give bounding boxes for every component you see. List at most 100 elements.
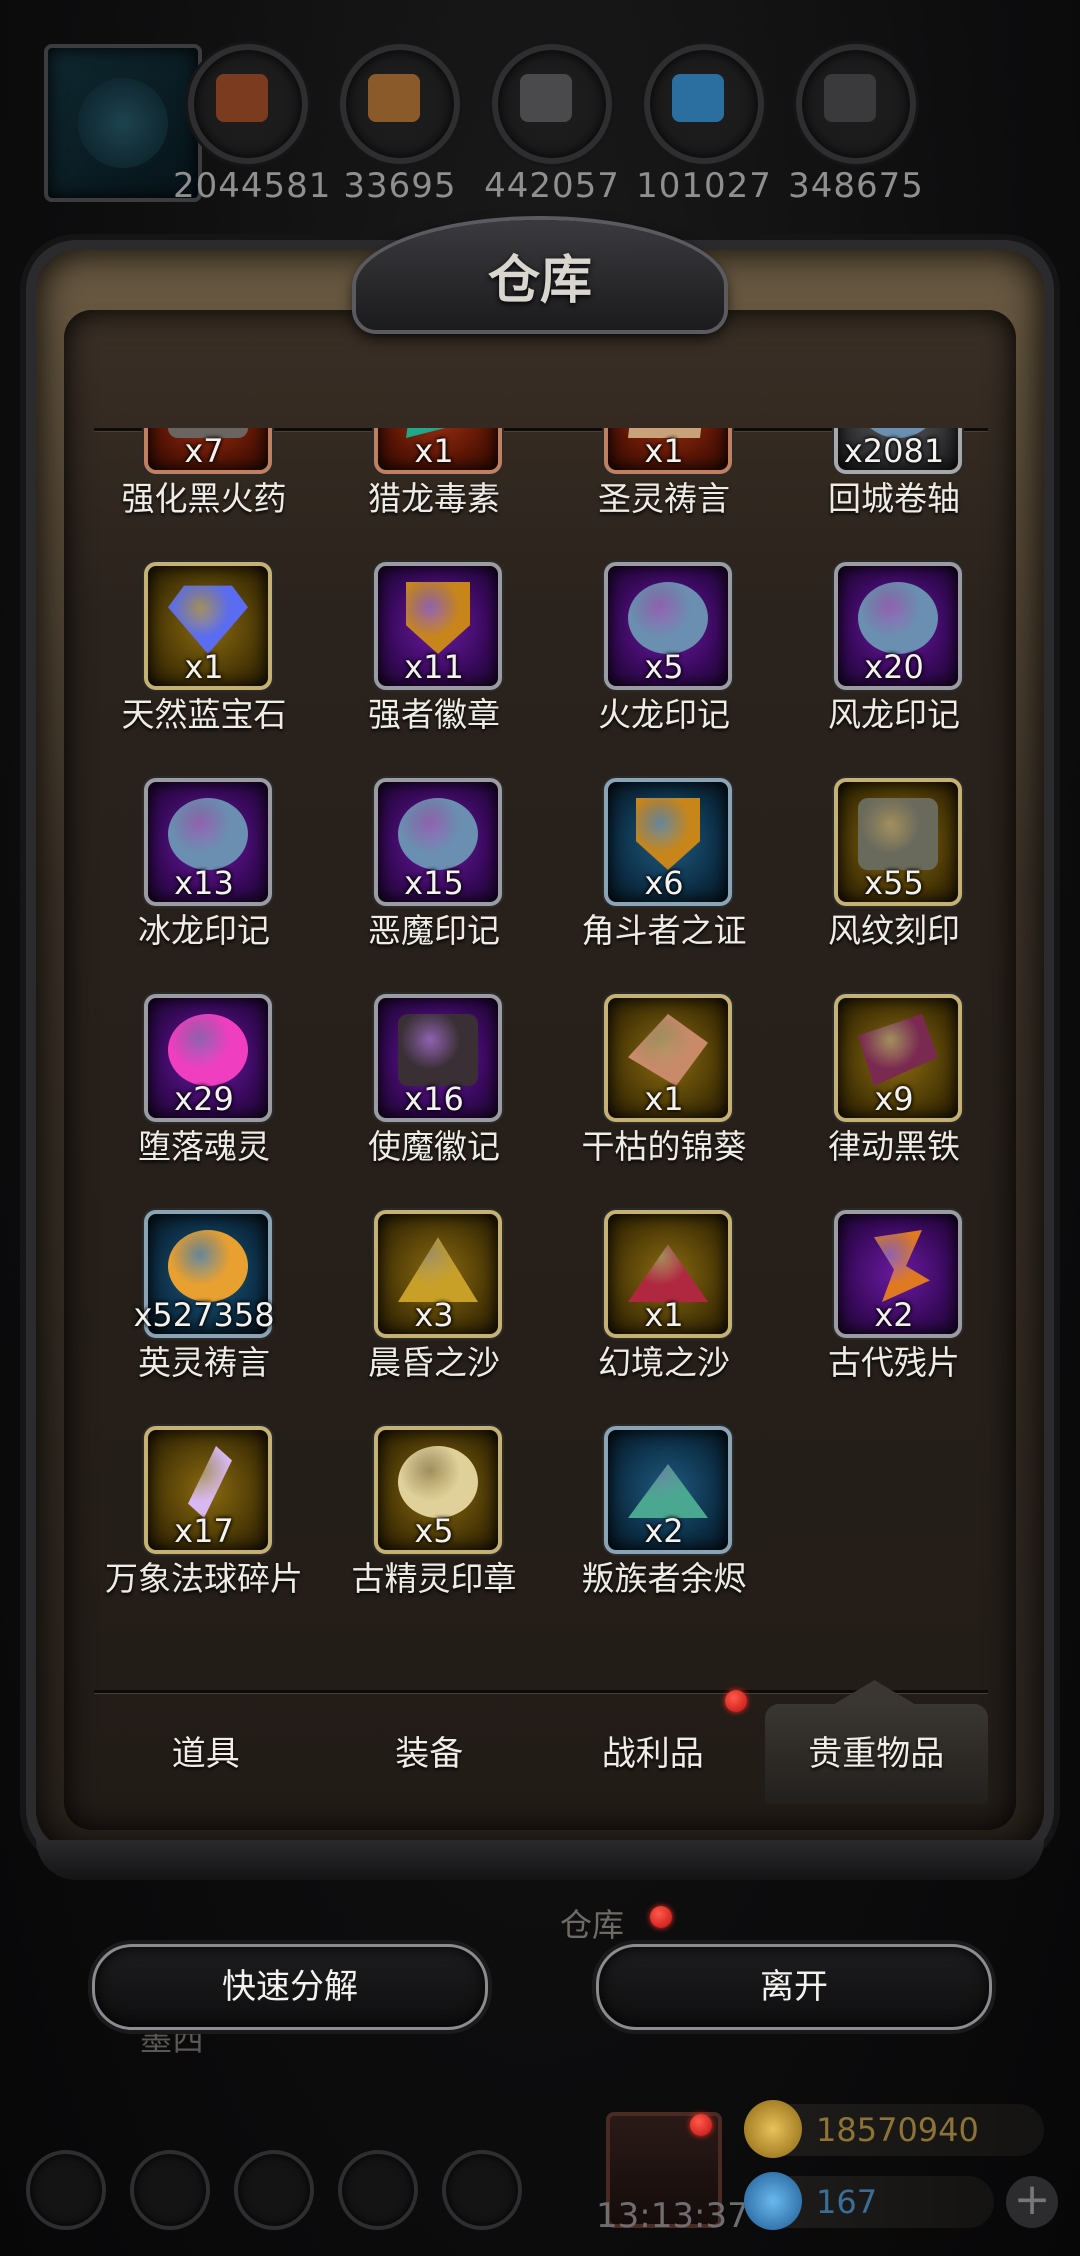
black-iron-icon bbox=[858, 1014, 938, 1086]
tab-loot[interactable]: 战利品 bbox=[541, 1690, 765, 1804]
item-count: x9 bbox=[874, 1080, 914, 1118]
item-count: x1 bbox=[644, 432, 684, 470]
item-name: 律动黑铁 bbox=[828, 1127, 960, 1166]
inventory-item[interactable]: x3 晨昏之沙 bbox=[324, 1200, 554, 1416]
item-name: 强者徽章 bbox=[368, 695, 500, 734]
item-name: 恶魔印记 bbox=[368, 911, 500, 950]
meat-icon bbox=[188, 44, 308, 164]
item-count: x5 bbox=[644, 648, 684, 686]
item-name: 猎龙毒素 bbox=[368, 479, 500, 518]
map-icon[interactable] bbox=[442, 2150, 522, 2230]
item-count: x2 bbox=[644, 1512, 684, 1550]
inventory-item[interactable]: x1 干枯的锦葵 bbox=[554, 984, 784, 1200]
gear-icon[interactable] bbox=[26, 2150, 106, 2230]
gold-coin-icon bbox=[744, 2100, 802, 2158]
item-name: 角斗者之证 bbox=[581, 911, 747, 950]
gold-counter: 18570940 bbox=[744, 2100, 1044, 2158]
mail-icon[interactable] bbox=[338, 2150, 418, 2230]
resource-counter[interactable]: 2044581 bbox=[173, 44, 332, 206]
item-count: x1 bbox=[644, 1296, 684, 1334]
item-name: 晨昏之沙 bbox=[368, 1343, 500, 1382]
swirl-icon bbox=[168, 798, 248, 870]
inventory-item[interactable]: x2 叛族者余烬 bbox=[554, 1416, 784, 1632]
item-count: x5 bbox=[414, 1512, 454, 1550]
tab-label: 道具 bbox=[171, 1734, 240, 1774]
underlay-label: 仓库 bbox=[560, 1906, 625, 1944]
inventory-item[interactable]: x29 堕落魂灵 bbox=[94, 984, 324, 1200]
resource-value: 33695 bbox=[343, 166, 457, 206]
gem-counter: 167 bbox=[744, 2172, 994, 2230]
warehouse-panel: 仓库 x7 强化黑火药 x1 猎龙毒素 x1 圣灵祷言 x2081 回城卷轴 x1 天然蓝宝石 x1… bbox=[36, 220, 1044, 1880]
resource-counter[interactable]: 442057 bbox=[477, 44, 627, 206]
gem-value: 167 bbox=[816, 2183, 878, 2221]
item-count: x16 bbox=[404, 1080, 464, 1118]
item-count: x15 bbox=[404, 864, 464, 902]
gold-value: 18570940 bbox=[816, 2111, 979, 2149]
tab-label: 战利品 bbox=[601, 1734, 704, 1774]
item-name: 火龙印记 bbox=[598, 695, 730, 734]
crystal-shard-icon bbox=[188, 1446, 232, 1518]
inventory-item[interactable]: x20 风龙印记 bbox=[784, 552, 988, 768]
item-name: 堕落魂灵 bbox=[138, 1127, 270, 1166]
quick-decompose-button[interactable]: 快速分解 bbox=[92, 1944, 488, 2030]
resource-value: 348675 bbox=[788, 166, 924, 206]
inventory-item[interactable]: x13 冰龙印记 bbox=[94, 768, 324, 984]
inventory-item[interactable]: x55 风纹刻印 bbox=[784, 768, 988, 984]
resource-counter[interactable]: 33695 bbox=[325, 44, 475, 206]
item-grid-scroll[interactable]: x7 强化黑火药 x1 猎龙毒素 x1 圣灵祷言 x2081 回城卷轴 x1 天然蓝宝石 x11 强者… bbox=[94, 428, 988, 1690]
dark-emblem-icon bbox=[398, 1014, 478, 1086]
item-count: x527358 bbox=[133, 1296, 275, 1334]
resource-value: 442057 bbox=[484, 166, 620, 206]
tab-valuables[interactable]: 贵重物品 bbox=[764, 1704, 988, 1804]
inventory-item[interactable]: x2081 回城卷轴 bbox=[784, 428, 988, 552]
inventory-item[interactable]: x1 圣灵祷言 bbox=[554, 428, 784, 552]
swirl-icon bbox=[398, 798, 478, 870]
rune-plate-icon bbox=[858, 798, 938, 870]
inventory-item[interactable]: x2 古代残片 bbox=[784, 1200, 988, 1416]
item-name: 冰龙印记 bbox=[138, 911, 270, 950]
inventory-item[interactable]: x6 角斗者之证 bbox=[554, 768, 784, 984]
inventory-item[interactable]: x5 古精灵印章 bbox=[324, 1416, 554, 1632]
inventory-item[interactable]: x11 强者徽章 bbox=[324, 552, 554, 768]
item-count: x17 bbox=[174, 1512, 234, 1550]
ember-icon bbox=[628, 1464, 708, 1518]
item-count: x20 bbox=[864, 648, 924, 686]
resource-value: 101027 bbox=[636, 166, 772, 206]
resource-value: 2044581 bbox=[173, 166, 332, 206]
tab-equipment[interactable]: 装备 bbox=[318, 1704, 542, 1804]
sand-pile-icon bbox=[398, 1237, 478, 1302]
inventory-item[interactable]: x9 律动黑铁 bbox=[784, 984, 988, 1200]
inventory-item[interactable]: x527358 英灵祷言 bbox=[94, 1200, 324, 1416]
inventory-item[interactable]: x1 幻境之沙 bbox=[554, 1200, 784, 1416]
inventory-item[interactable]: x16 使魔徽记 bbox=[324, 984, 554, 1200]
shield-badge-icon bbox=[406, 582, 470, 654]
leave-button[interactable]: 离开 bbox=[596, 1944, 992, 2030]
tab-label: 装备 bbox=[395, 1734, 464, 1774]
rune-icon[interactable] bbox=[234, 2150, 314, 2230]
page-title: 仓库 bbox=[487, 250, 592, 311]
add-currency-button[interactable]: + bbox=[1006, 2176, 1058, 2228]
clock: 13:13:37 bbox=[596, 2196, 749, 2236]
wood-icon bbox=[340, 44, 460, 164]
inventory-item[interactable]: x1 猎龙毒素 bbox=[324, 428, 554, 552]
item-name: 古代残片 bbox=[828, 1343, 960, 1382]
item-name: 强化黑火药 bbox=[121, 479, 287, 518]
item-name: 天然蓝宝石 bbox=[121, 695, 287, 734]
item-name: 幻境之沙 bbox=[598, 1343, 730, 1382]
inventory-item[interactable]: x1 天然蓝宝石 bbox=[94, 552, 324, 768]
inventory-item[interactable]: x7 强化黑火药 bbox=[94, 428, 324, 552]
inventory-item[interactable]: x5 火龙印记 bbox=[554, 552, 784, 768]
item-name: 使魔徽记 bbox=[368, 1127, 500, 1166]
item-name: 叛族者余烬 bbox=[581, 1559, 747, 1598]
notification-dot bbox=[650, 1906, 672, 1928]
stone-icon bbox=[492, 44, 612, 164]
star-icon[interactable] bbox=[130, 2150, 210, 2230]
inventory-item[interactable]: x15 恶魔印记 bbox=[324, 768, 554, 984]
resource-counter[interactable]: 348675 bbox=[781, 44, 931, 206]
resource-counter[interactable]: 101027 bbox=[629, 44, 779, 206]
tab-items[interactable]: 道具 bbox=[94, 1704, 318, 1804]
fragment-icon bbox=[874, 1230, 930, 1302]
inventory-item[interactable]: x17 万象法球碎片 bbox=[94, 1416, 324, 1632]
gem-icon bbox=[744, 2172, 802, 2230]
leaf-icon bbox=[628, 1014, 708, 1086]
